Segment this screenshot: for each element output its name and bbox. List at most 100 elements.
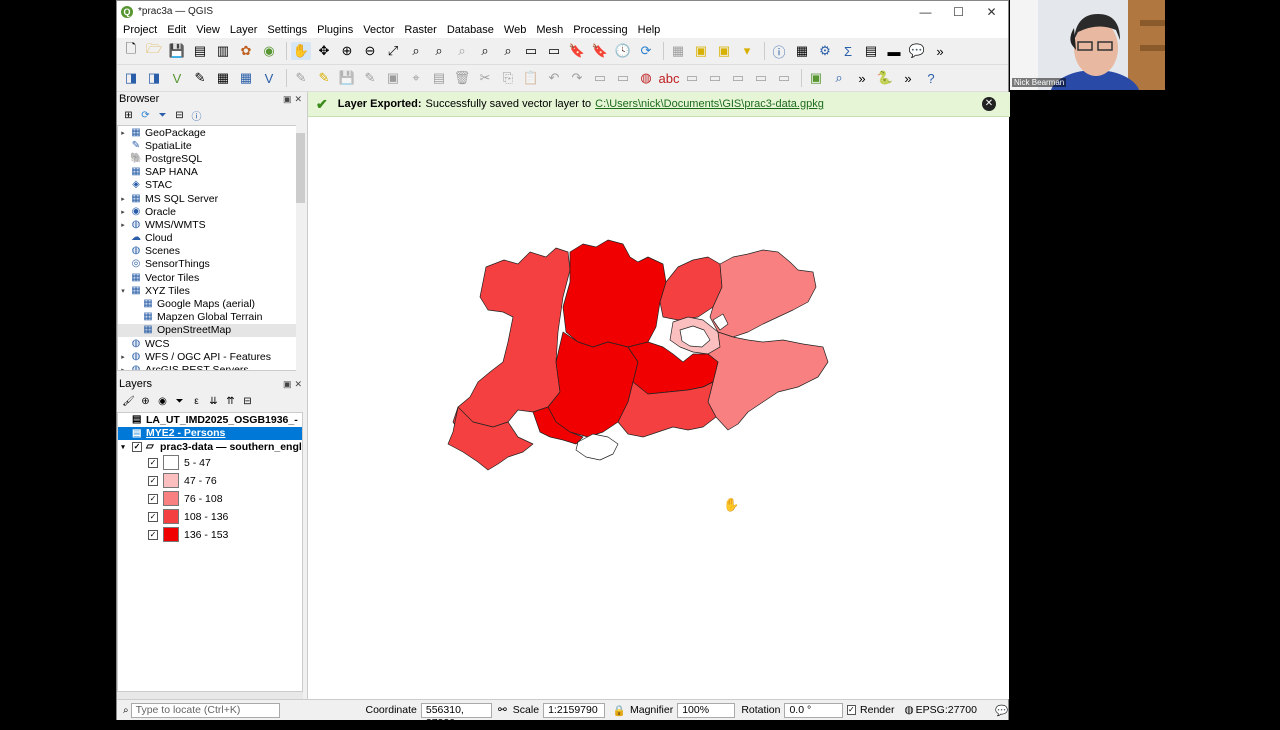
collapse-all-layers-icon[interactable]: ⇈ [223, 394, 238, 408]
layer-visibility-checkbox[interactable]: ✓ [132, 441, 142, 452]
magnifier-input[interactable]: 100% [677, 702, 736, 718]
redo-icon[interactable]: ↷ [567, 69, 587, 87]
layers-close-icon[interactable]: ✕ [294, 379, 302, 390]
identify-feature-icon[interactable]: ▦ [668, 42, 688, 60]
lock-scale-icon[interactable]: 🔒 [613, 704, 626, 717]
processing-history-icon[interactable]: ⌕ [829, 69, 849, 87]
add-group-icon[interactable]: ⊕ [138, 394, 153, 408]
legend-class-checkbox[interactable]: ✓ [148, 511, 158, 522]
zoom-out-icon[interactable]: ⊖ [360, 42, 380, 60]
processing-toolbox-icon[interactable]: ▣ [806, 69, 826, 87]
move-label-icon[interactable]: ▭ [728, 69, 748, 87]
layers-float-icon[interactable]: ▣ [283, 379, 292, 390]
map-tips-icon[interactable]: 💬 [907, 42, 927, 60]
cut-icon[interactable]: ✂ [475, 69, 495, 87]
layer-labeling-icon[interactable]: ◍ [636, 69, 656, 87]
menu-layer[interactable]: Layer [230, 24, 258, 36]
render-checkbox[interactable]: ✓ [846, 705, 857, 715]
map-canvas[interactable]: ✔ Layer Exported: Successfully saved vec… [307, 92, 1010, 699]
paste-icon[interactable]: 📋 [521, 69, 541, 87]
zoom-native-icon[interactable]: ⌕ [452, 42, 472, 60]
legend-class-row[interactable]: ✓ 47 - 76 [118, 472, 302, 490]
style-manager-icon[interactable]: ✿ [236, 42, 256, 60]
add-feature-icon[interactable]: ▣ [383, 69, 403, 87]
browser-item[interactable]: ✎ SpatiaLite [118, 139, 302, 152]
python-console-icon[interactable]: 🐍 [875, 69, 895, 87]
label-tool-2-icon[interactable]: ▭ [613, 69, 633, 87]
legend-class-row[interactable]: ✓ 136 - 153 [118, 526, 302, 544]
browser-refresh-icon[interactable]: ⟳ [138, 108, 153, 122]
browser-tree[interactable]: ▸ ▦ GeoPackage ✎ SpatiaLite 🐘 PostgreSQL ▦ SAP H… [117, 125, 303, 371]
panel-float-icon[interactable]: ▣ [283, 94, 292, 105]
browser-item[interactable]: ◍ WCS [118, 337, 302, 350]
legend-class-row[interactable]: ✓ 76 - 108 [118, 490, 302, 508]
statistics-sum-icon[interactable]: Σ [838, 42, 858, 60]
add-vector-icon[interactable]: V [167, 69, 187, 87]
manage-map-themes-icon[interactable]: ◉ [155, 394, 170, 408]
settings-gear-icon[interactable]: ⚙ [815, 42, 835, 60]
layer-row-mye2[interactable]: ▤ MYE2 - Persons [118, 426, 302, 440]
legend-class-checkbox[interactable]: ✓ [148, 475, 158, 486]
toolbar-overflow-2-icon[interactable]: » [852, 69, 872, 87]
open-project-icon[interactable]: 🗁 [144, 41, 164, 60]
label-tool-icon[interactable]: ▭ [590, 69, 610, 87]
select-features-icon[interactable]: ▣ [691, 42, 711, 60]
save-project-icon[interactable]: 💾 [167, 42, 187, 60]
browser-item[interactable]: ▸ ◍ ArcGIS REST Servers [118, 363, 302, 370]
minimize-button[interactable]: — [909, 5, 942, 19]
properties-info-icon[interactable]: ⓘ [189, 108, 204, 123]
new-3d-view-icon[interactable]: ▭ [544, 42, 564, 60]
measure-icon[interactable]: ▬ [884, 42, 904, 60]
browser-item[interactable]: ▸ ◍ WMS/WMTS [118, 218, 302, 231]
layout-manager-icon[interactable]: ▥ [213, 42, 233, 60]
deselect-features-icon[interactable]: ▣ [714, 42, 734, 60]
collapse-all-icon[interactable]: ⊟ [172, 108, 187, 122]
toolbar-overflow-3-icon[interactable]: » [898, 69, 918, 87]
menu-raster[interactable]: Raster [404, 24, 436, 36]
browser-item[interactable]: ◎ SensorThings [118, 258, 302, 271]
menu-view[interactable]: View [196, 24, 220, 36]
expand-arrow-icon[interactable]: ▸ [118, 366, 128, 370]
select-by-value-icon[interactable]: ▾ [737, 42, 757, 60]
menu-edit[interactable]: Edit [167, 24, 186, 36]
messages-icon[interactable]: 💬 [995, 704, 1008, 717]
menu-vector[interactable]: Vector [363, 24, 394, 36]
zoom-layer-icon[interactable]: ⌕ [429, 42, 449, 60]
maximize-button[interactable]: ☐ [942, 5, 975, 19]
browser-item[interactable]: ▸ ◉ Oracle [118, 205, 302, 218]
zoom-selection-icon[interactable]: ⌕ [406, 42, 426, 60]
new-geopackage-icon[interactable]: ◨ [144, 69, 164, 87]
filter-legend-icon[interactable]: ⏷ [172, 394, 187, 408]
browser-item[interactable]: ▦ Google Maps (aerial) [118, 297, 302, 310]
new-shapefile-icon[interactable]: ✎ [190, 69, 210, 87]
pan-to-selection-icon[interactable]: ✥ [314, 42, 334, 60]
menu-project[interactable]: Project [123, 24, 157, 36]
panel-close-icon[interactable]: ✕ [294, 94, 302, 105]
table-icon[interactable]: ▤ [861, 42, 881, 60]
zoom-in-icon[interactable]: ⊕ [337, 42, 357, 60]
edit-pencil-icon[interactable]: ✎ [291, 69, 311, 87]
pan-icon[interactable]: ✋ [291, 42, 311, 60]
copy-icon[interactable]: ⎘ [498, 69, 518, 87]
browser-item[interactable]: ☁ Cloud [118, 232, 302, 245]
rotate-label-icon[interactable]: ▭ [751, 69, 771, 87]
expand-arrow-icon[interactable]: ▸ [118, 208, 128, 216]
toggle-editing-icon[interactable]: ✎ [314, 69, 334, 87]
menu-web[interactable]: Web [504, 24, 526, 36]
locator-input[interactable]: Type to locate (Ctrl+K) [130, 702, 280, 718]
coordinate-input[interactable]: 556310, 37320 [420, 702, 492, 729]
modify-attributes-icon[interactable]: ▤ [429, 69, 449, 87]
data-source-manager-icon[interactable]: ◨ [121, 69, 141, 87]
menu-mesh[interactable]: Mesh [536, 24, 563, 36]
browser-item[interactable]: ▸ ▦ MS SQL Server [118, 192, 302, 205]
filter-by-expression-icon[interactable]: ε [189, 394, 204, 408]
crs-globe-icon[interactable]: ◍ [904, 704, 913, 716]
legend-class-row[interactable]: ✓ 5 - 47 [118, 454, 302, 472]
digitize-icon[interactable]: ✎ [360, 69, 380, 87]
layers-tree[interactable]: ▤ LA_UT_IMD2025_OSGB1936_- ▤ MYE2 - Pers… [117, 412, 303, 692]
save-edits-icon[interactable]: 💾 [337, 69, 357, 87]
expand-arrow-icon[interactable]: ▸ [118, 195, 128, 203]
browser-item[interactable]: ▦ Vector Tiles [118, 271, 302, 284]
refresh-icon[interactable]: ⟳ [636, 42, 656, 60]
add-raster-icon[interactable]: ▦ [213, 69, 233, 87]
